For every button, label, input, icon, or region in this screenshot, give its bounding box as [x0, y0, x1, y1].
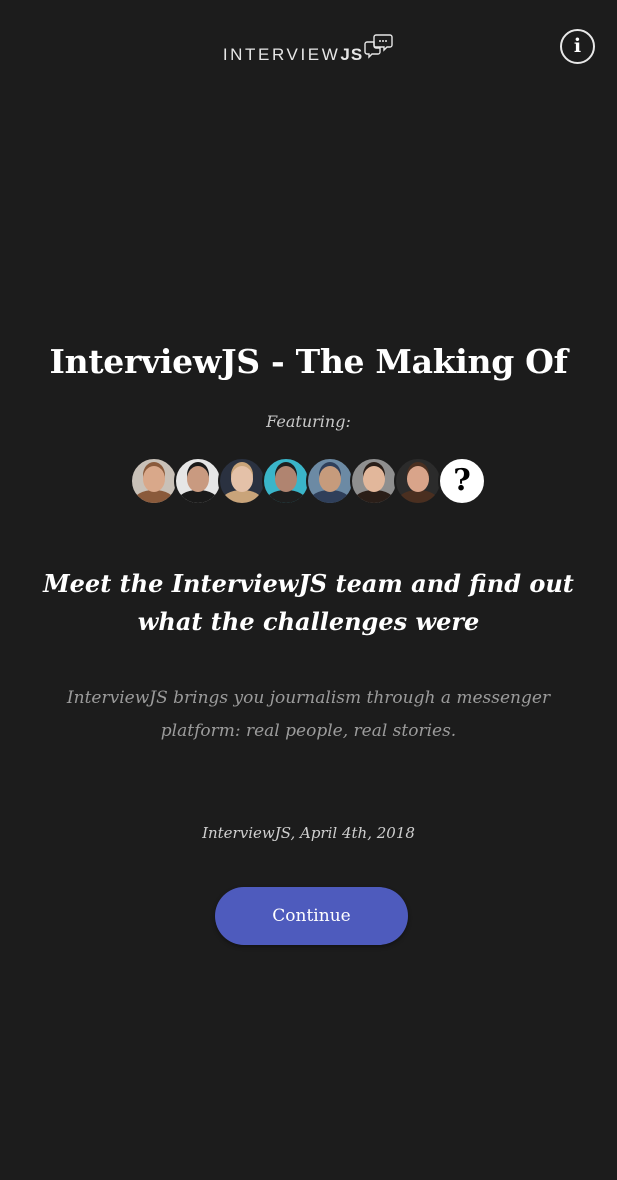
featuring-label: Featuring: [266, 412, 351, 431]
chat-bubbles-icon [364, 34, 393, 59]
avatar-1[interactable] [130, 457, 178, 505]
unknown-avatar[interactable]: ? [438, 457, 486, 505]
info-icon: i [573, 34, 582, 57]
avatar-3[interactable] [218, 457, 266, 505]
story-subtitle: Meet the InterviewJS team and find out w… [43, 569, 574, 636]
avatar-6[interactable] [350, 457, 398, 505]
avatar-5[interactable] [306, 457, 354, 505]
story-title: InterviewJS - The Making Of [49, 342, 568, 381]
avatar-4[interactable] [262, 457, 310, 505]
app-logo: INTERVIEWJS [0, 32, 617, 72]
avatar-7[interactable] [394, 457, 442, 505]
question-mark-icon: ? [453, 463, 471, 498]
info-button[interactable]: i [560, 29, 595, 64]
logo-js: JS [340, 45, 364, 64]
logo-text: INTERVIEWJS [223, 45, 363, 65]
continue-button[interactable]: Continue [215, 887, 408, 945]
logo-wordmark: INTERVIEW [222, 45, 341, 64]
interviewee-avatars: ? [130, 457, 490, 507]
story-byline: InterviewJS, April 4th, 2018 [202, 824, 415, 842]
story-description: InterviewJS brings you journalism throug… [66, 688, 551, 741]
avatar-2[interactable] [174, 457, 222, 505]
